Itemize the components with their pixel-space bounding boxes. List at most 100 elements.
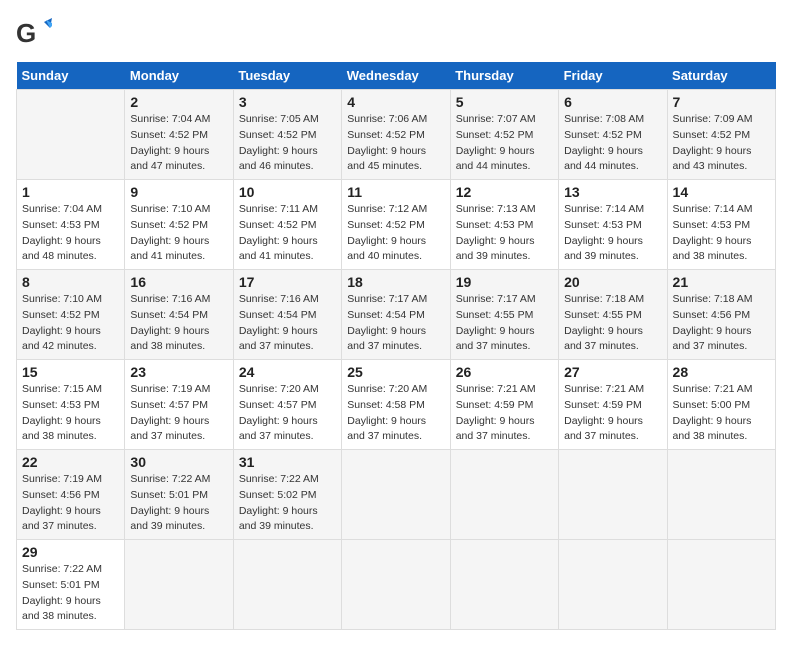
day-number: 29	[22, 544, 119, 560]
calendar-week-row: 15 Sunrise: 7:15 AM Sunset: 4:53 PM Dayl…	[17, 360, 776, 450]
day-info: Sunrise: 7:13 AM Sunset: 4:53 PM Dayligh…	[456, 202, 553, 265]
day-number: 10	[239, 184, 336, 200]
calendar-week-row: 22 Sunrise: 7:19 AM Sunset: 4:56 PM Dayl…	[17, 450, 776, 540]
day-info: Sunrise: 7:19 AM Sunset: 4:56 PM Dayligh…	[22, 472, 119, 535]
day-number: 20	[564, 274, 661, 290]
calendar-week-row: 29 Sunrise: 7:22 AM Sunset: 5:01 PM Dayl…	[17, 540, 776, 630]
calendar-week-row: 2 Sunrise: 7:04 AM Sunset: 4:52 PM Dayli…	[17, 90, 776, 180]
calendar-header-row: SundayMondayTuesdayWednesdayThursdayFrid…	[17, 62, 776, 90]
day-info: Sunrise: 7:17 AM Sunset: 4:55 PM Dayligh…	[456, 292, 553, 355]
day-number: 28	[673, 364, 770, 380]
calendar-cell	[559, 540, 667, 630]
svg-text:G: G	[16, 18, 36, 48]
calendar-cell: 9 Sunrise: 7:10 AM Sunset: 4:52 PM Dayli…	[125, 180, 233, 270]
day-info: Sunrise: 7:17 AM Sunset: 4:54 PM Dayligh…	[347, 292, 444, 355]
calendar-cell	[667, 450, 775, 540]
calendar-cell: 4 Sunrise: 7:06 AM Sunset: 4:52 PM Dayli…	[342, 90, 450, 180]
day-number: 16	[130, 274, 227, 290]
calendar-cell: 8 Sunrise: 7:10 AM Sunset: 4:52 PM Dayli…	[17, 270, 125, 360]
day-number: 15	[22, 364, 119, 380]
calendar-cell	[233, 540, 341, 630]
calendar-cell: 31 Sunrise: 7:22 AM Sunset: 5:02 PM Dayl…	[233, 450, 341, 540]
calendar-cell	[667, 540, 775, 630]
day-number: 21	[673, 274, 770, 290]
day-info: Sunrise: 7:14 AM Sunset: 4:53 PM Dayligh…	[564, 202, 661, 265]
header-day-friday: Friday	[559, 62, 667, 90]
day-number: 25	[347, 364, 444, 380]
day-info: Sunrise: 7:09 AM Sunset: 4:52 PM Dayligh…	[673, 112, 770, 175]
calendar-cell: 21 Sunrise: 7:18 AM Sunset: 4:56 PM Dayl…	[667, 270, 775, 360]
day-number: 9	[130, 184, 227, 200]
day-info: Sunrise: 7:14 AM Sunset: 4:53 PM Dayligh…	[673, 202, 770, 265]
day-number: 19	[456, 274, 553, 290]
day-info: Sunrise: 7:06 AM Sunset: 4:52 PM Dayligh…	[347, 112, 444, 175]
day-info: Sunrise: 7:19 AM Sunset: 4:57 PM Dayligh…	[130, 382, 227, 445]
day-number: 23	[130, 364, 227, 380]
calendar-cell: 28 Sunrise: 7:21 AM Sunset: 5:00 PM Dayl…	[667, 360, 775, 450]
logo: G	[16, 16, 56, 52]
calendar-cell: 12 Sunrise: 7:13 AM Sunset: 4:53 PM Dayl…	[450, 180, 558, 270]
calendar-cell: 22 Sunrise: 7:19 AM Sunset: 4:56 PM Dayl…	[17, 450, 125, 540]
calendar-cell: 16 Sunrise: 7:16 AM Sunset: 4:54 PM Dayl…	[125, 270, 233, 360]
day-number: 7	[673, 94, 770, 110]
day-info: Sunrise: 7:22 AM Sunset: 5:01 PM Dayligh…	[22, 562, 119, 625]
day-number: 2	[130, 94, 227, 110]
day-info: Sunrise: 7:16 AM Sunset: 4:54 PM Dayligh…	[239, 292, 336, 355]
calendar-cell: 25 Sunrise: 7:20 AM Sunset: 4:58 PM Dayl…	[342, 360, 450, 450]
day-number: 31	[239, 454, 336, 470]
day-number: 6	[564, 94, 661, 110]
calendar-cell: 23 Sunrise: 7:19 AM Sunset: 4:57 PM Dayl…	[125, 360, 233, 450]
day-number: 1	[22, 184, 119, 200]
calendar-cell: 7 Sunrise: 7:09 AM Sunset: 4:52 PM Dayli…	[667, 90, 775, 180]
day-info: Sunrise: 7:18 AM Sunset: 4:56 PM Dayligh…	[673, 292, 770, 355]
day-info: Sunrise: 7:20 AM Sunset: 4:58 PM Dayligh…	[347, 382, 444, 445]
day-info: Sunrise: 7:22 AM Sunset: 5:02 PM Dayligh…	[239, 472, 336, 535]
day-info: Sunrise: 7:22 AM Sunset: 5:01 PM Dayligh…	[130, 472, 227, 535]
header-day-monday: Monday	[125, 62, 233, 90]
logo-icon: G	[16, 16, 52, 52]
calendar-cell: 2 Sunrise: 7:04 AM Sunset: 4:52 PM Dayli…	[125, 90, 233, 180]
day-number: 8	[22, 274, 119, 290]
day-info: Sunrise: 7:18 AM Sunset: 4:55 PM Dayligh…	[564, 292, 661, 355]
calendar-cell	[559, 450, 667, 540]
calendar-cell: 11 Sunrise: 7:12 AM Sunset: 4:52 PM Dayl…	[342, 180, 450, 270]
day-number: 18	[347, 274, 444, 290]
header-day-wednesday: Wednesday	[342, 62, 450, 90]
calendar-cell: 1 Sunrise: 7:04 AM Sunset: 4:53 PM Dayli…	[17, 180, 125, 270]
calendar-cell: 29 Sunrise: 7:22 AM Sunset: 5:01 PM Dayl…	[17, 540, 125, 630]
day-number: 27	[564, 364, 661, 380]
day-info: Sunrise: 7:07 AM Sunset: 4:52 PM Dayligh…	[456, 112, 553, 175]
calendar-cell: 26 Sunrise: 7:21 AM Sunset: 4:59 PM Dayl…	[450, 360, 558, 450]
calendar-cell: 19 Sunrise: 7:17 AM Sunset: 4:55 PM Dayl…	[450, 270, 558, 360]
calendar-week-row: 8 Sunrise: 7:10 AM Sunset: 4:52 PM Dayli…	[17, 270, 776, 360]
calendar-cell: 18 Sunrise: 7:17 AM Sunset: 4:54 PM Dayl…	[342, 270, 450, 360]
calendar-cell: 6 Sunrise: 7:08 AM Sunset: 4:52 PM Dayli…	[559, 90, 667, 180]
day-info: Sunrise: 7:10 AM Sunset: 4:52 PM Dayligh…	[22, 292, 119, 355]
day-number: 30	[130, 454, 227, 470]
day-info: Sunrise: 7:15 AM Sunset: 4:53 PM Dayligh…	[22, 382, 119, 445]
day-info: Sunrise: 7:05 AM Sunset: 4:52 PM Dayligh…	[239, 112, 336, 175]
calendar-cell	[17, 90, 125, 180]
header-day-thursday: Thursday	[450, 62, 558, 90]
calendar-cell: 10 Sunrise: 7:11 AM Sunset: 4:52 PM Dayl…	[233, 180, 341, 270]
calendar-cell	[342, 540, 450, 630]
calendar-cell: 15 Sunrise: 7:15 AM Sunset: 4:53 PM Dayl…	[17, 360, 125, 450]
day-info: Sunrise: 7:04 AM Sunset: 4:52 PM Dayligh…	[130, 112, 227, 175]
header-day-sunday: Sunday	[17, 62, 125, 90]
day-info: Sunrise: 7:21 AM Sunset: 5:00 PM Dayligh…	[673, 382, 770, 445]
header-day-tuesday: Tuesday	[233, 62, 341, 90]
calendar-week-row: 1 Sunrise: 7:04 AM Sunset: 4:53 PM Dayli…	[17, 180, 776, 270]
day-number: 14	[673, 184, 770, 200]
calendar-cell: 14 Sunrise: 7:14 AM Sunset: 4:53 PM Dayl…	[667, 180, 775, 270]
calendar-cell	[125, 540, 233, 630]
day-number: 12	[456, 184, 553, 200]
calendar-cell: 5 Sunrise: 7:07 AM Sunset: 4:52 PM Dayli…	[450, 90, 558, 180]
day-info: Sunrise: 7:16 AM Sunset: 4:54 PM Dayligh…	[130, 292, 227, 355]
day-number: 13	[564, 184, 661, 200]
day-number: 22	[22, 454, 119, 470]
calendar-cell: 3 Sunrise: 7:05 AM Sunset: 4:52 PM Dayli…	[233, 90, 341, 180]
day-number: 5	[456, 94, 553, 110]
calendar-cell: 24 Sunrise: 7:20 AM Sunset: 4:57 PM Dayl…	[233, 360, 341, 450]
day-info: Sunrise: 7:04 AM Sunset: 4:53 PM Dayligh…	[22, 202, 119, 265]
calendar-cell: 30 Sunrise: 7:22 AM Sunset: 5:01 PM Dayl…	[125, 450, 233, 540]
